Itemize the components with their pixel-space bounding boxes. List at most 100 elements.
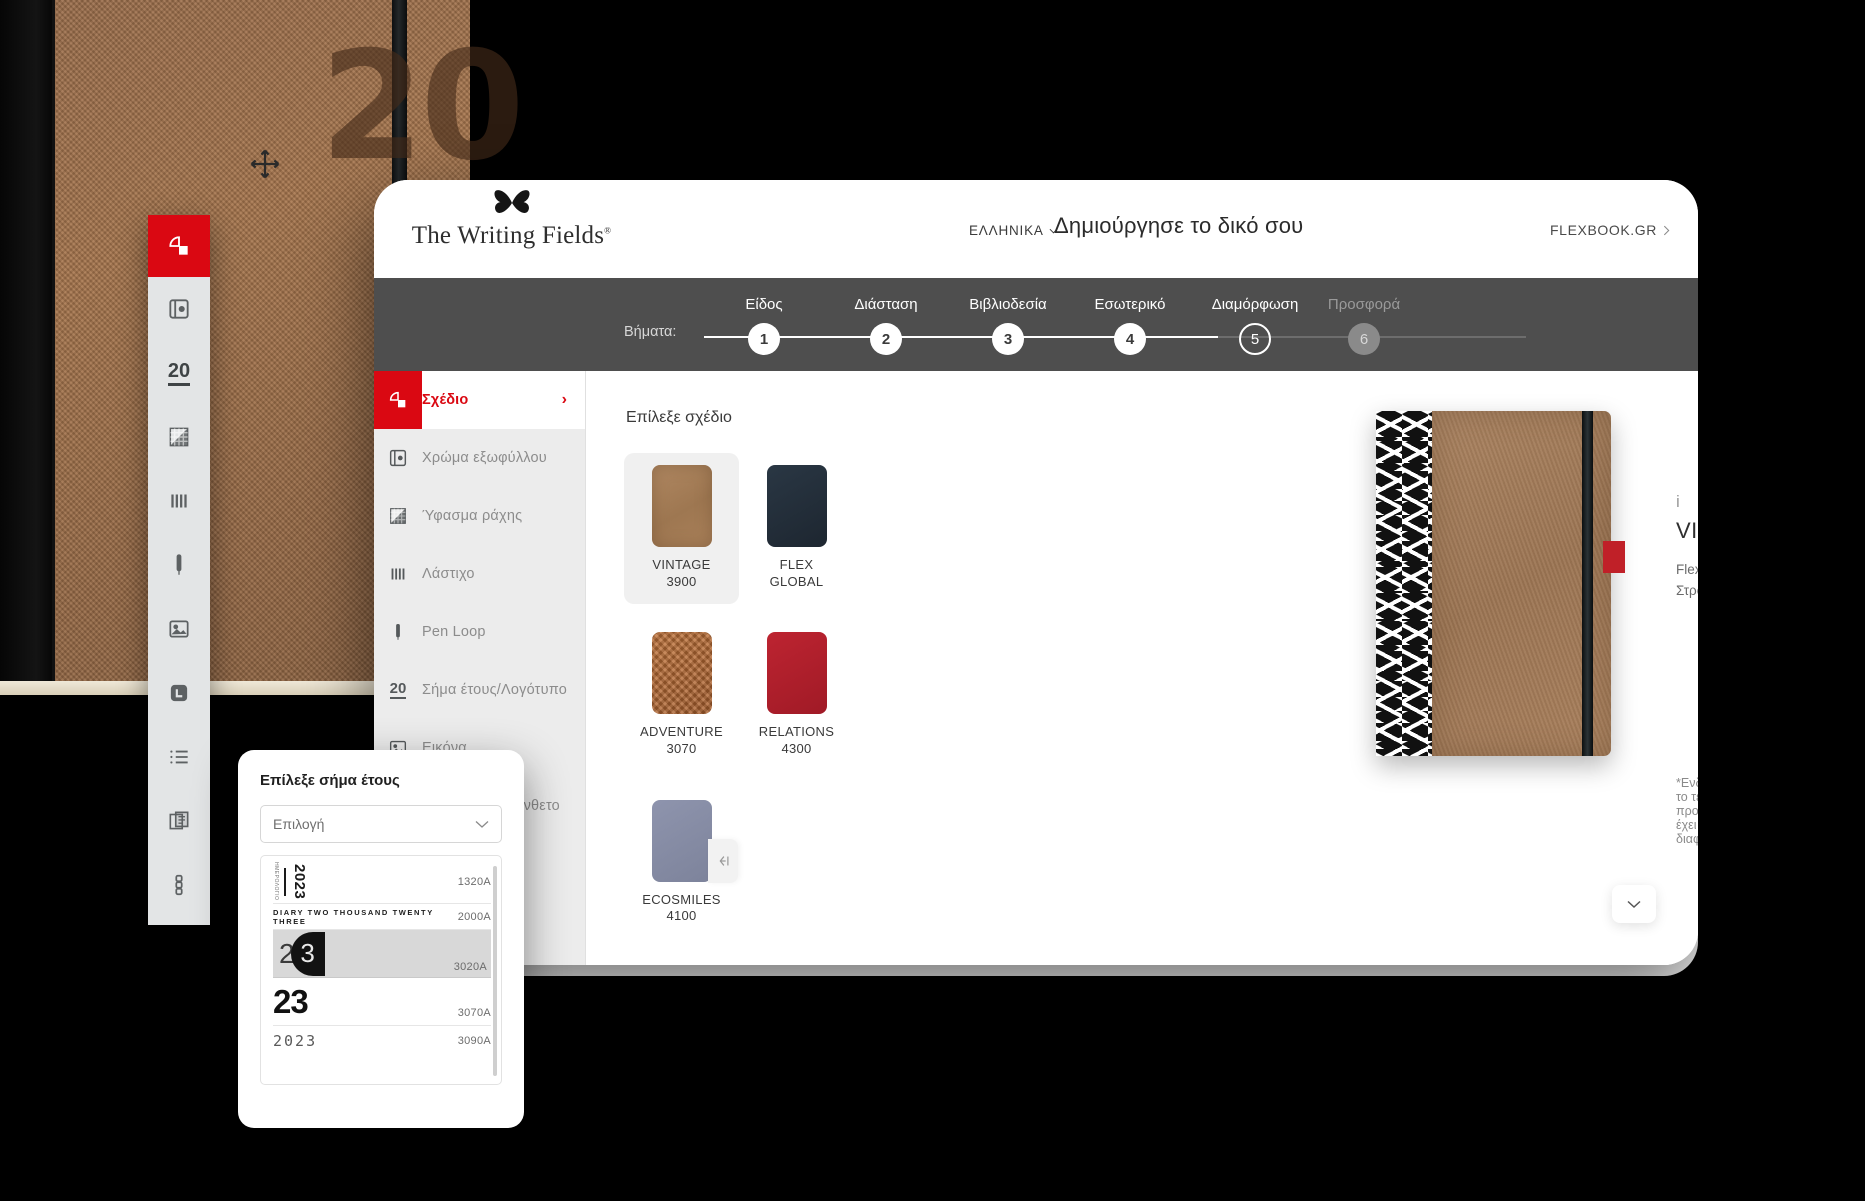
pen-icon bbox=[374, 603, 422, 661]
step-2-number: 2 bbox=[870, 323, 902, 355]
sidebar-item-elastic-label: Λάστιχο bbox=[422, 566, 475, 582]
collapse-panel-tab[interactable] bbox=[708, 839, 738, 883]
year-mark-preview-halfmoon: 2 3 bbox=[279, 931, 325, 976]
notebook-spine-pattern bbox=[1376, 411, 1432, 756]
list-item[interactable]: 2 3 3020A bbox=[273, 930, 491, 978]
year-mark-label: 23 bbox=[273, 983, 309, 1020]
vtool-accessories[interactable] bbox=[148, 853, 210, 917]
vtool-spine-fabric[interactable] bbox=[148, 405, 210, 469]
brand[interactable]: The Writing Fields® bbox=[404, 186, 619, 250]
year-mark-select[interactable]: Επιλογή bbox=[260, 805, 502, 843]
step-1-number: 1 bbox=[748, 323, 780, 355]
steps-progress-bar: Βήματα: Είδος 1 Διάσταση 2 Βιβλιοδεσία 3 bbox=[374, 278, 1698, 371]
year-mark-digit-3: 3 bbox=[300, 938, 315, 968]
step-4-label: Εσωτερικό bbox=[1094, 296, 1166, 313]
list-scrollbar[interactable] bbox=[493, 866, 497, 1076]
chevron-down-icon bbox=[1627, 900, 1641, 908]
sidebar-item-elastic[interactable]: Λάστιχο bbox=[374, 545, 585, 603]
panel-title: Επίλεξε σχέδιο bbox=[626, 409, 732, 426]
brand-registered-mark: ® bbox=[604, 225, 612, 236]
year-mark-code: 2000A bbox=[457, 910, 491, 923]
swatch-relations-4300[interactable]: RELATIONS 4300 bbox=[739, 620, 854, 771]
popup-title: Επίλεξε σήμα έτους bbox=[260, 772, 400, 789]
step-5[interactable]: Διαμόρφωση 5 bbox=[1195, 296, 1315, 355]
year-mark-code: 3020A bbox=[453, 961, 487, 973]
swatch-name: RELATIONS 4300 bbox=[758, 724, 835, 756]
year-mark-moon: 3 bbox=[290, 931, 325, 976]
sidebar-item-year-mark-label: Σήμα έτους/Λογότυπο bbox=[422, 682, 567, 698]
swatch-chip bbox=[651, 799, 712, 882]
year-mark-code: 1320A bbox=[457, 875, 491, 888]
vtool-list[interactable] bbox=[148, 725, 210, 789]
step-2-label: Διάσταση bbox=[854, 296, 918, 313]
vtool-image[interactable] bbox=[148, 597, 210, 661]
flexbook-site-link[interactable]: FLEXBOOK.GR bbox=[1550, 222, 1670, 238]
vtool-year-mark[interactable]: 20 bbox=[148, 341, 210, 405]
language-selector[interactable]: ΕΛΛΗΝΙΚΑ bbox=[969, 223, 1058, 238]
scroll-down-button[interactable] bbox=[1612, 885, 1656, 923]
product-description: Flexbook, Ανακυκλωμένο δέρμα, Στρογγυλές… bbox=[1676, 562, 1698, 598]
steps-track: Είδος 1 Διάσταση 2 Βιβλιοδεσία 3 Εσωτερι… bbox=[704, 296, 1528, 356]
vtool-pen-loop[interactable] bbox=[148, 533, 210, 597]
chevron-right-icon bbox=[1663, 225, 1670, 235]
year-20-glyph: 20 bbox=[389, 680, 407, 699]
step-2[interactable]: Διάσταση 2 bbox=[826, 296, 946, 355]
year-mark-code: 3070A bbox=[457, 1007, 491, 1019]
step-1[interactable]: Είδος 1 bbox=[704, 296, 824, 355]
step-3[interactable]: Βιβλιοδεσία 3 bbox=[948, 296, 1068, 355]
step-4-number: 4 bbox=[1114, 323, 1146, 355]
configurator-window: The Writing Fields® ΕΛΛΗΝΙΚΑ Δημιούργησε… bbox=[374, 180, 1698, 965]
step-3-number: 3 bbox=[992, 323, 1024, 355]
swatch-name: ADVENTURE 3070 bbox=[640, 724, 723, 756]
sidebar-item-year-mark[interactable]: 20 Σήμα έτους/Λογότυπο bbox=[374, 661, 585, 719]
sidebar-item-pen-loop[interactable]: Pen Loop bbox=[374, 603, 585, 661]
step-6[interactable]: Προσφορά 6 bbox=[1304, 296, 1424, 355]
vtool-elastic[interactable] bbox=[148, 469, 210, 533]
swatch-flex-global[interactable]: FLEX GLOBAL bbox=[739, 453, 854, 604]
move-cursor-icon bbox=[248, 147, 282, 181]
product-footnote: *Ενδέχεται το τελικό προϊόν να έχει διαφ… bbox=[1676, 776, 1698, 846]
design-selection-panel: Επίλεξε σχέδιο VINTAGE3900 FLEXGLOBAL bbox=[586, 371, 1698, 965]
step-6-label: Προσφορά bbox=[1327, 296, 1401, 313]
year-mark-label: 2023 bbox=[291, 863, 308, 900]
swatch-adventure-3070[interactable]: ADVENTURE 3070 bbox=[624, 620, 739, 771]
step-3-label: Βιβλιοδεσία bbox=[969, 296, 1047, 313]
chevron-right-icon: › bbox=[561, 391, 567, 408]
brand-name: The Writing Fields® bbox=[411, 222, 612, 249]
screenshot-root: 20 20 The Writing Fields® ΕΛΛΗΝΙΚΑ Δημιο… bbox=[0, 0, 1865, 1201]
year-mark-code: 3090A bbox=[457, 1035, 491, 1047]
year-mark-popup: Επίλεξε σήμα έτους Επιλογή ΗΜΕΡΟΛΟΓΙΟ 20… bbox=[238, 750, 524, 1128]
sidebar-item-design[interactable]: Σχέδιο › bbox=[374, 371, 585, 429]
swatch-chip bbox=[766, 465, 827, 547]
swatch-vintage-3900[interactable]: VINTAGE 3900 bbox=[624, 453, 739, 605]
product-info: i VINTAGE 3900 Flexbook, Ανακυκλωμένο δέ… bbox=[1676, 493, 1698, 602]
year-mark-label: DIARY TWO THOUSAND TWENTY THREE bbox=[273, 907, 434, 926]
page-title: Δημιούργησε το δικό σου bbox=[1054, 213, 1304, 238]
background-year-number: 20 bbox=[320, 20, 525, 194]
step-6-number: 6 bbox=[1348, 323, 1380, 355]
steps-label: Βήματα: bbox=[624, 324, 677, 340]
sidebar-item-spine-fabric[interactable]: Ύφασμα ράχης bbox=[374, 487, 585, 545]
design-shape-icon bbox=[374, 371, 422, 429]
vtool-insert[interactable] bbox=[148, 789, 210, 853]
year-mark-tiny-label: ΗΜΕΡΟΛΟΓΙΟ bbox=[273, 862, 279, 901]
list-item[interactable]: ΗΜΕΡΟΛΟΓΙΟ 2023 1320A bbox=[273, 860, 491, 904]
language-label: ΕΛΛΗΝΙΚΑ bbox=[969, 223, 1044, 238]
floating-vertical-toolbar[interactable]: 20 bbox=[148, 215, 210, 925]
sidebar-item-spine-fabric-label: Ύφασμα ράχης bbox=[422, 508, 523, 524]
vtool-cover-colour[interactable] bbox=[148, 277, 210, 341]
year-mark-select-value: Επιλογή bbox=[273, 816, 325, 832]
list-item[interactable]: 2023 3090A bbox=[273, 1026, 491, 1056]
year-mark-preview-rotated: ΗΜΕΡΟΛΟΓΙΟ 2023 bbox=[273, 862, 308, 900]
sidebar-item-cover-colour[interactable]: Χρώμα εξωφύλλου bbox=[374, 429, 585, 487]
year-mark-list[interactable]: ΗΜΕΡΟΛΟΓΙΟ 2023 1320A DIARY TWO THOUSAND… bbox=[260, 855, 502, 1085]
year-20-icon: 20 bbox=[167, 360, 191, 386]
notebook-dot-icon bbox=[374, 429, 422, 487]
notebook-spine bbox=[0, 0, 52, 695]
list-item[interactable]: DIARY TWO THOUSAND TWENTY THREE 2000A bbox=[273, 904, 491, 930]
vtool-logo[interactable] bbox=[148, 661, 210, 725]
list-item[interactable]: 23 3070A bbox=[273, 978, 491, 1026]
vtool-design[interactable] bbox=[148, 215, 210, 277]
swatch-chip bbox=[766, 632, 827, 715]
step-4[interactable]: Εσωτερικό 4 bbox=[1070, 296, 1190, 355]
